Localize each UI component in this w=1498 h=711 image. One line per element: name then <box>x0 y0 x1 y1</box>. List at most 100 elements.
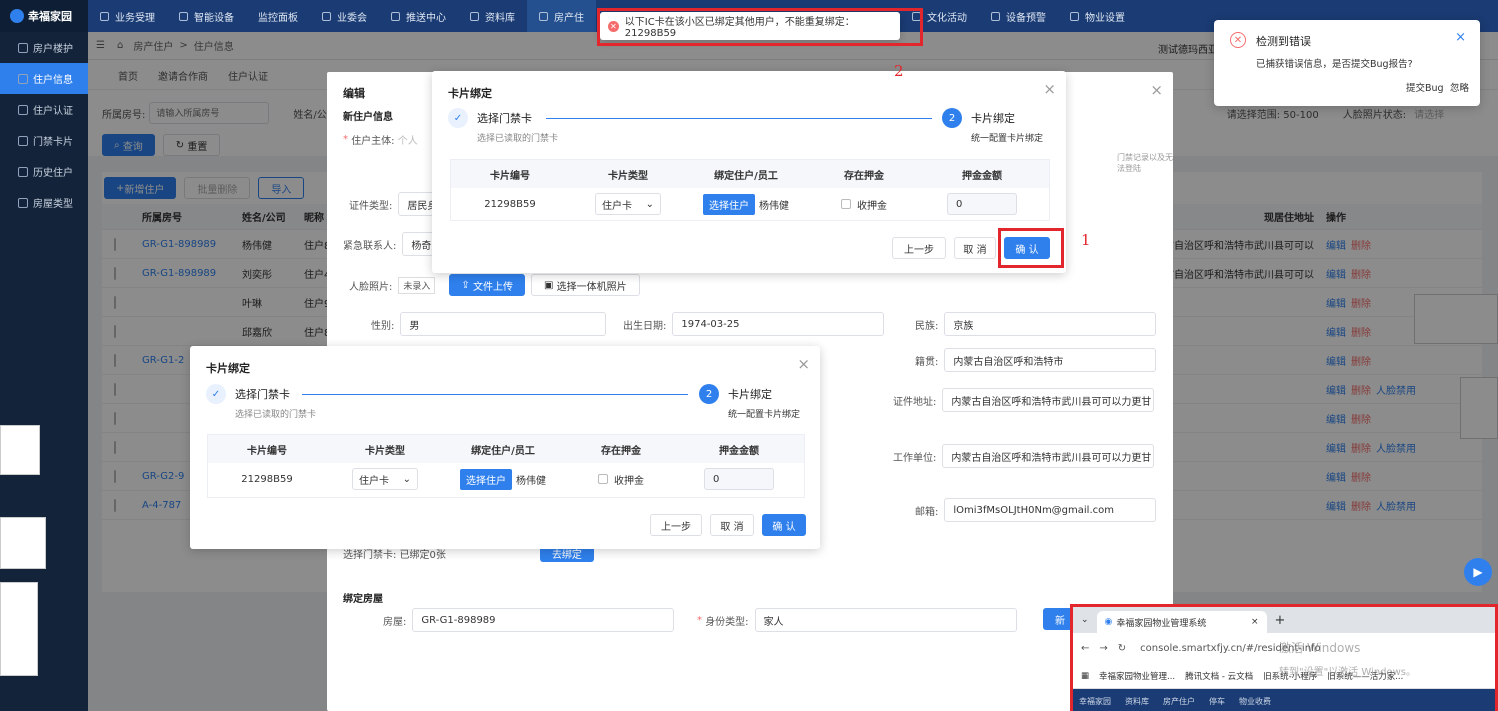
choose-resident-button[interactable]: 选择住户 <box>460 468 512 490</box>
prev-step-button[interactable]: 上一步 <box>650 514 702 536</box>
sidebar-item-label: 住户信息 <box>33 75 73 86</box>
bookmark[interactable]: 腾讯文档 - 云文档 <box>1185 670 1253 682</box>
nav-label: 物业设置 <box>1085 12 1125 24</box>
deposit-amount-input[interactable]: 0 <box>947 193 1017 215</box>
close-icon[interactable]: × <box>1455 30 1466 45</box>
back-icon[interactable]: ← <box>1081 643 1089 654</box>
work-label: 工作单位: <box>893 452 937 464</box>
nav-settings[interactable]: 物业设置 <box>1058 0 1137 32</box>
chevron-down-icon: ⌄ <box>645 198 654 210</box>
sidebar-item-history[interactable]: 历史住户 <box>0 156 88 187</box>
subject-radio[interactable]: 个人 <box>398 132 418 147</box>
mini-nav-item[interactable]: 资料库 <box>1125 696 1149 707</box>
email-input[interactable]: lOmi3fMsOLJtH0Nm@gmail.com <box>944 498 1157 522</box>
house-icon <box>18 197 28 208</box>
close-icon[interactable]: × <box>1043 80 1056 98</box>
nav-push[interactable]: 推送中心 <box>379 0 458 32</box>
mini-nav-item[interactable]: 物业收费 <box>1239 696 1271 707</box>
nav-business[interactable]: 业务受理 <box>88 0 167 32</box>
deposit-amount-input[interactable]: 0 <box>704 468 774 490</box>
work-input[interactable]: 内蒙古自治区呼和浩特市武川县可可以力更甘 <box>942 444 1155 468</box>
reload-icon[interactable]: ↻ <box>1118 643 1126 654</box>
card-dialog-title: 卡片绑定 <box>448 87 492 100</box>
birth-date-picker[interactable]: 1974-03-25 <box>672 312 885 336</box>
nav-committee[interactable]: 业委会 <box>310 0 379 32</box>
nav-library[interactable]: 资料库 <box>458 0 527 32</box>
room-select[interactable]: GR-G1-898989 <box>412 608 675 632</box>
nav-monitor[interactable]: 监控面板 <box>246 0 310 32</box>
brand-name: 幸福家园 <box>28 10 72 23</box>
close-icon[interactable]: × <box>1251 617 1259 627</box>
nav-alert[interactable]: 设备预警 <box>979 0 1058 32</box>
choose-photo-button[interactable]: ▣ 选择一体机照片 <box>530 274 640 296</box>
sidebar-item-access-card[interactable]: 门禁卡片 <box>0 125 88 156</box>
confirm-button[interactable]: 确 认 <box>762 514 806 536</box>
card-type-select[interactable]: 住户卡 ⌄ <box>595 193 661 215</box>
thumbnail-window[interactable] <box>0 425 40 475</box>
user-icon <box>18 73 28 84</box>
windows-watermark: 激活 Windows <box>1279 641 1361 655</box>
deposit-checkbox[interactable] <box>841 199 851 209</box>
native-input[interactable]: 内蒙古自治区呼和浩特市 <box>944 348 1157 372</box>
nation-label: 民族: <box>915 320 939 332</box>
sidebar-item-label: 门禁卡片 <box>33 137 73 148</box>
col-deposit: 存在押金 <box>601 445 641 457</box>
nav-label: 房产住 <box>554 12 584 24</box>
brand-logo-icon <box>10 9 24 23</box>
mini-nav-item[interactable]: 房产住户 <box>1163 696 1195 707</box>
brand: 幸福家园 <box>0 0 88 32</box>
chevron-down-icon: ⌄ <box>402 473 411 485</box>
nation-input[interactable]: 京族 <box>944 312 1157 336</box>
face-label: 人脸照片: <box>349 281 393 293</box>
cancel-button[interactable]: 取 消 <box>710 514 754 536</box>
new-tab-icon[interactable]: + <box>1275 613 1286 628</box>
step2-desc: 统一配置卡片绑定 <box>728 410 801 420</box>
close-icon[interactable]: × <box>797 355 810 373</box>
card-type-value: 住户卡 <box>602 200 632 212</box>
prev-step-button[interactable]: 上一步 <box>892 237 946 259</box>
gender-select[interactable]: 男 <box>400 312 607 336</box>
deposit-checkbox[interactable] <box>598 474 608 484</box>
card-bind-dialog-copy: 卡片绑定 × ✓ 选择门禁卡 选择已读取的门禁卡 2 卡片绑定 统一配置卡片绑定… <box>190 346 820 549</box>
sidebar-item-resident-auth[interactable]: 住户认证 <box>0 94 88 125</box>
annotation-label-1: 1 <box>1081 231 1091 249</box>
bookmark[interactable]: 幸福家园物业管理... <box>1099 670 1175 682</box>
birth-label: 出生日期: <box>623 320 667 332</box>
video-icon[interactable]: ▶ <box>1464 558 1492 586</box>
nav-icon <box>322 11 331 21</box>
mini-nav-item[interactable]: 停车 <box>1209 696 1225 707</box>
step1-title: 选择门禁卡 <box>235 388 290 401</box>
nav-icon <box>539 11 548 21</box>
forward-icon[interactable]: → <box>1099 643 1107 654</box>
sidebar-item-resident-info[interactable]: 住户信息 <box>0 63 88 94</box>
sidebar-item-label: 历史住户 <box>33 168 73 179</box>
col-amount: 押金金额 <box>719 445 759 457</box>
sidebar-item-house-type[interactable]: 房屋类型 <box>0 187 88 218</box>
error-icon: ✕ <box>1230 32 1246 48</box>
browser-tab[interactable]: ◉ 幸福家园物业管理系统 × <box>1096 611 1267 633</box>
thumbnail-window[interactable] <box>0 582 38 676</box>
annotation-box-2 <box>597 8 923 46</box>
step-connector <box>546 118 932 119</box>
sidebar-item-building[interactable]: 房户楼护 <box>0 32 88 63</box>
home-icon <box>18 42 28 53</box>
ignore-button[interactable]: 忽略 <box>1450 80 1469 94</box>
card-type-select[interactable]: 住户卡 ⌄ <box>352 468 418 490</box>
id-address-input[interactable]: 内蒙古自治区呼和浩特市武川县可可以力更甘 <box>942 388 1155 412</box>
card-number: 21298B59 <box>241 473 293 485</box>
close-icon[interactable]: × <box>1150 81 1163 99</box>
nav-devices[interactable]: 智能设备 <box>167 0 246 32</box>
thumbnail-window[interactable] <box>0 517 46 569</box>
identity-select[interactable]: 家人 <box>754 608 1017 632</box>
upload-button[interactable]: ⇪ 文件上传 <box>449 274 525 296</box>
choose-resident-button[interactable]: 选择住户 <box>703 193 755 215</box>
cancel-button[interactable]: 取 消 <box>954 237 996 259</box>
submit-bug-button[interactable]: 提交Bug <box>1406 80 1444 94</box>
card-icon <box>18 135 28 146</box>
apps-icon[interactable]: ▦ <box>1081 671 1089 681</box>
chevron-down-icon[interactable]: ⌄ <box>1081 615 1089 625</box>
nav-property[interactable]: 房产住 <box>527 0 596 32</box>
col-amount: 押金金额 <box>962 170 1002 182</box>
mini-nav-item[interactable]: 幸福家园 <box>1079 696 1111 707</box>
deposit-label: 收押金 <box>857 200 887 212</box>
